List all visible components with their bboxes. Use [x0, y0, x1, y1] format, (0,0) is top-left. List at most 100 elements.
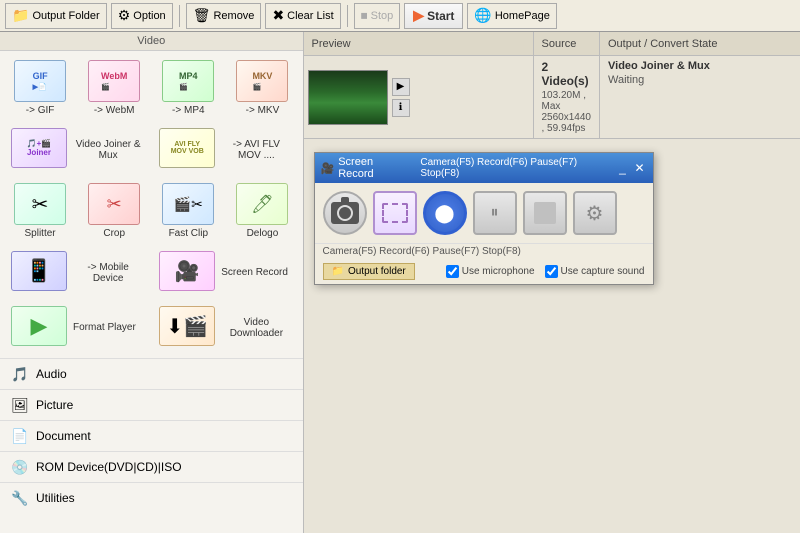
grid-item-mp4[interactable]: MP4🎬 -> MP4	[152, 55, 224, 121]
capture-sound-checkbox[interactable]	[545, 265, 558, 278]
camera-icon	[331, 202, 359, 224]
dialog-minimize-btn[interactable]: _	[616, 161, 630, 175]
preview-controls: ▶ ℹ	[392, 78, 410, 117]
source-info: 103.20M , Max 2560x1440 , 59.94fps	[542, 90, 592, 134]
mkv-icon: MKV🎬	[236, 60, 288, 102]
dialog-title: Screen Record	[338, 156, 410, 180]
state-value: Waiting	[608, 74, 792, 86]
crop-label: Crop	[103, 228, 125, 239]
stop-icon: ⏹	[361, 7, 368, 24]
gear-icon: ⚙	[586, 201, 604, 226]
clear-list-button[interactable]: ✖ Clear List	[265, 3, 340, 29]
source-column-header: Source	[534, 32, 601, 55]
grid-item-splitter[interactable]: ✂ Splitter	[4, 178, 76, 244]
stop-record-button[interactable]	[523, 191, 567, 235]
output-folder-button[interactable]: 📁 Output Folder	[5, 3, 107, 29]
thumbnail-image	[309, 71, 387, 124]
microphone-checkbox[interactable]	[446, 265, 459, 278]
dialog-controls-row: ⬤ ⏸ ⚙	[315, 183, 653, 243]
mobile-icon: 📱	[11, 251, 67, 291]
separator	[179, 5, 180, 27]
dialog-close-btn[interactable]: ✕	[633, 161, 647, 175]
settings-button[interactable]: ⚙	[573, 191, 617, 235]
formatplayer-icon: ▶	[11, 306, 67, 346]
grid-item-crop[interactable]: ✂ Crop	[78, 178, 150, 244]
content-row: ▶ ℹ 2 Video(s) 103.20M , Max 2560x1440 ,…	[304, 56, 800, 139]
grid-item-videodownloader[interactable]: ⬇🎬 Video Downloader	[152, 301, 298, 354]
sidebar-document[interactable]: 📄 Document	[0, 420, 303, 451]
picture-label: Picture	[36, 398, 73, 412]
main-layout: Video GIF▶📄 -> GIF WebM🎬 -> WebM MP4🎬	[0, 32, 800, 533]
grid-item-mobile[interactable]: 📱 -> Mobile Device	[4, 246, 150, 299]
splitter-icon: ✂	[14, 183, 66, 225]
source-count: 2 Video(s)	[542, 60, 592, 88]
stop-label: Stop	[371, 10, 394, 22]
homepage-button[interactable]: 🌐 HomePage	[467, 3, 556, 29]
utilities-label: Utilities	[36, 491, 75, 505]
joiner-icon: 🎵+🎬Joiner	[11, 128, 67, 168]
sidebar-audio[interactable]: 🎵 Audio	[0, 358, 303, 389]
grid-item-mkv[interactable]: MKV🎬 -> MKV	[226, 55, 298, 121]
dialog-shortcut-text: Camera(F5) Record(F6) Pause(F7) Stop(F8)	[420, 157, 615, 179]
table-header: Preview Source Output / Convert State	[304, 32, 800, 56]
sidebar-picture[interactable]: 🖼 Picture	[0, 389, 303, 420]
grid-item-screenrecord[interactable]: 🎥 Screen Record	[152, 246, 298, 299]
camera-button[interactable]	[323, 191, 367, 235]
screenrecord-label: Screen Record	[221, 267, 288, 278]
splitter-label: Splitter	[25, 228, 56, 239]
mkv-label: -> MKV	[246, 105, 280, 116]
pause-icon: ⏸	[490, 204, 498, 222]
document-label: Document	[36, 429, 91, 443]
sidebar-utilities[interactable]: 🔧 Utilities	[0, 482, 303, 513]
grid-item-delogo[interactable]: 🖊 Delogo	[226, 178, 298, 244]
clear-icon: ✖	[272, 7, 284, 24]
grid-item-joiner[interactable]: 🎵+🎬Joiner Video Joiner & Mux	[4, 123, 150, 176]
delogo-icon: 🖊	[236, 183, 288, 225]
delogo-label: Delogo	[247, 228, 279, 239]
fastclip-icon: 🎬✂	[162, 183, 214, 225]
source-cell: 2 Video(s) 103.20M , Max 2560x1440 , 59.…	[534, 56, 601, 138]
gif-icon: GIF▶📄	[14, 60, 66, 102]
webm-label: -> WebM	[94, 105, 135, 116]
preview-info-btn[interactable]: ℹ	[392, 99, 410, 117]
dialog-icon: 🎥	[321, 162, 335, 175]
pause-button[interactable]: ⏸	[473, 191, 517, 235]
sidebar-rom[interactable]: 💿 ROM Device(DVD|CD)|ISO	[0, 451, 303, 482]
preview-play-btn[interactable]: ▶	[392, 78, 410, 96]
audio-label: Audio	[36, 367, 67, 381]
homepage-label: HomePage	[495, 10, 550, 22]
microphone-label: Use microphone	[462, 266, 535, 277]
stop-button[interactable]: ⏹ Stop	[354, 3, 401, 29]
start-button[interactable]: ▶ Start	[404, 3, 463, 29]
video-section-header: Video	[0, 32, 303, 51]
rom-label: ROM Device(DVD|CD)|ISO	[36, 460, 182, 474]
screenrecord-icon: 🎥	[159, 251, 215, 291]
microphone-checkbox-item[interactable]: Use microphone	[446, 265, 535, 278]
joiner-label: Video Joiner & Mux	[73, 139, 143, 161]
record-button[interactable]: ⬤	[423, 191, 467, 235]
region-select-button[interactable]	[373, 191, 417, 235]
grid-item-aviflymov[interactable]: AVI FLYMOV VOB -> AVI FLV MOV ....	[152, 123, 298, 176]
remove-button[interactable]: 🗑 Remove	[186, 3, 262, 29]
grid-item-webm[interactable]: WebM🎬 -> WebM	[78, 55, 150, 121]
grid-item-formatplayer[interactable]: ▶ Format Player	[4, 301, 150, 354]
grid-item-gif[interactable]: GIF▶📄 -> GIF	[4, 55, 76, 121]
option-icon: ⚙	[118, 7, 131, 24]
record-dot-icon: ⬤	[434, 203, 454, 224]
grid-item-fastclip[interactable]: 🎬✂ Fast Clip	[152, 178, 224, 244]
checkbox-group: Use microphone Use capture sound	[423, 265, 645, 278]
option-button[interactable]: ⚙ Option	[111, 3, 173, 29]
folder-icon: 📁	[12, 7, 29, 24]
option-label: Option	[133, 10, 165, 22]
dialog-shortcut-footer: Camera(F5) Record(F6) Pause(F7) Stop(F8)	[315, 243, 653, 259]
capture-sound-checkbox-item[interactable]: Use capture sound	[545, 265, 645, 278]
mobile-label: -> Mobile Device	[73, 262, 143, 284]
utilities-icon: 🔧	[10, 488, 30, 508]
play-icon: ▶	[413, 7, 424, 24]
rom-icon: 💿	[10, 457, 30, 477]
remove-icon: 🗑	[193, 7, 211, 24]
output-folder-dialog-btn[interactable]: 📁 Output folder	[323, 263, 415, 280]
preview-thumbnail[interactable]	[308, 70, 388, 125]
state-cell: Video Joiner & Mux Waiting	[600, 56, 800, 138]
crop-icon: ✂	[88, 183, 140, 225]
